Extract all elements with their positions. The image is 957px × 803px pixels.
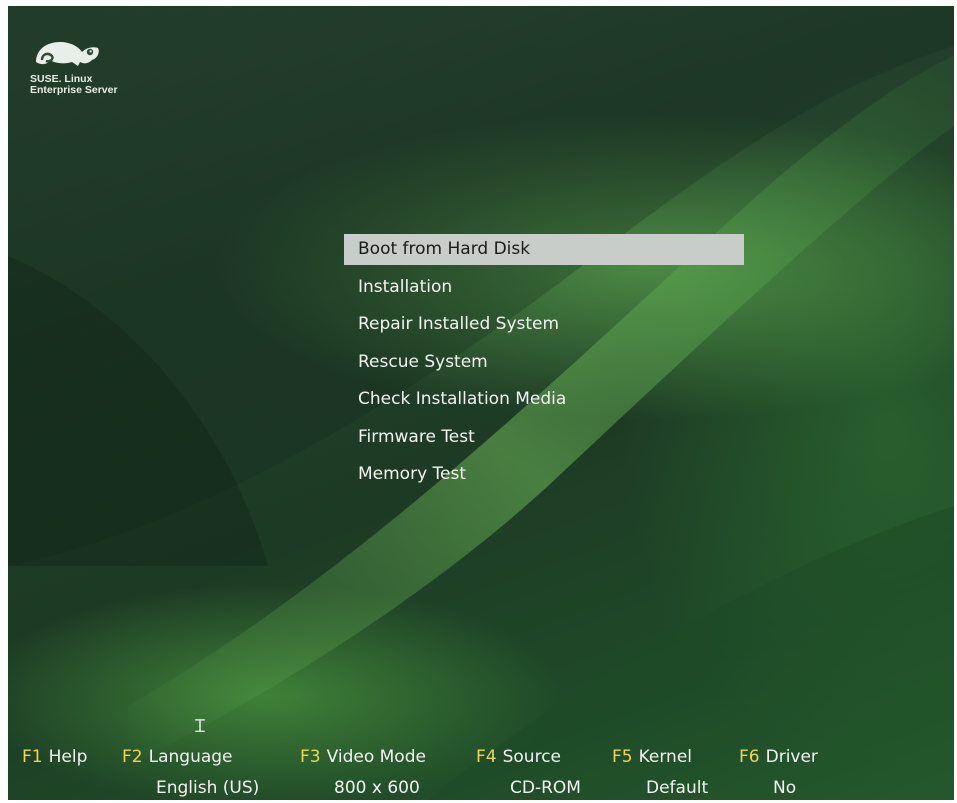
menu-item-check-installation-media[interactable]: Check Installation Media: [344, 384, 744, 415]
source-value: CD-ROM: [510, 778, 581, 798]
f6-key: F6: [739, 747, 760, 767]
boot-menu: Boot from Hard Disk Installation Repair …: [344, 234, 744, 497]
f4-source-option[interactable]: F4 Source: [476, 747, 561, 767]
f6-label: Driver: [765, 747, 818, 767]
f3-key: F3: [300, 747, 321, 767]
f2-key: F2: [122, 747, 143, 767]
f1-key: F1: [22, 747, 43, 767]
f4-key: F4: [476, 747, 497, 767]
driver-value: No: [773, 778, 797, 798]
menu-item-boot-from-hard-disk[interactable]: Boot from Hard Disk: [344, 234, 744, 265]
f3-video-mode-option[interactable]: F3 Video Mode: [300, 747, 426, 767]
f5-kernel-option[interactable]: F5 Kernel: [612, 747, 692, 767]
chameleon-icon: [36, 42, 99, 66]
menu-item-repair-installed-system[interactable]: Repair Installed System: [344, 309, 744, 340]
f1-label: Help: [48, 747, 88, 767]
f6-driver-option[interactable]: F6 Driver: [739, 747, 818, 767]
f4-label: Source: [502, 747, 561, 767]
f1-help-option[interactable]: F1 Help: [22, 747, 87, 767]
f2-label: Language: [148, 747, 233, 767]
f2-language-option[interactable]: F2 Language: [122, 747, 233, 767]
suse-logo: SUSE. Linux Enterprise Server: [30, 34, 160, 96]
kernel-value: Default: [646, 778, 709, 798]
f5-key: F5: [612, 747, 633, 767]
function-key-bar: F1 Help F2 Language F3 Video Mode F4 Source …: [8, 741, 954, 800]
text-cursor-icon: Ɪ: [195, 716, 206, 737]
menu-item-memory-test[interactable]: Memory Test: [344, 459, 744, 490]
f3-label: Video Mode: [326, 747, 426, 767]
menu-item-installation[interactable]: Installation: [344, 272, 744, 303]
video-mode-value: 800 x 600: [334, 778, 420, 798]
menu-item-rescue-system[interactable]: Rescue System: [344, 347, 744, 378]
language-value: English (US): [156, 778, 260, 798]
brand-text: SUSE. Linux Enterprise Server: [30, 74, 160, 96]
f5-label: Kernel: [638, 747, 693, 767]
menu-item-firmware-test[interactable]: Firmware Test: [344, 422, 744, 453]
boot-screen: SUSE. Linux Enterprise Server Boot from …: [8, 6, 954, 800]
brand-line-2: Enterprise Server: [30, 84, 118, 96]
